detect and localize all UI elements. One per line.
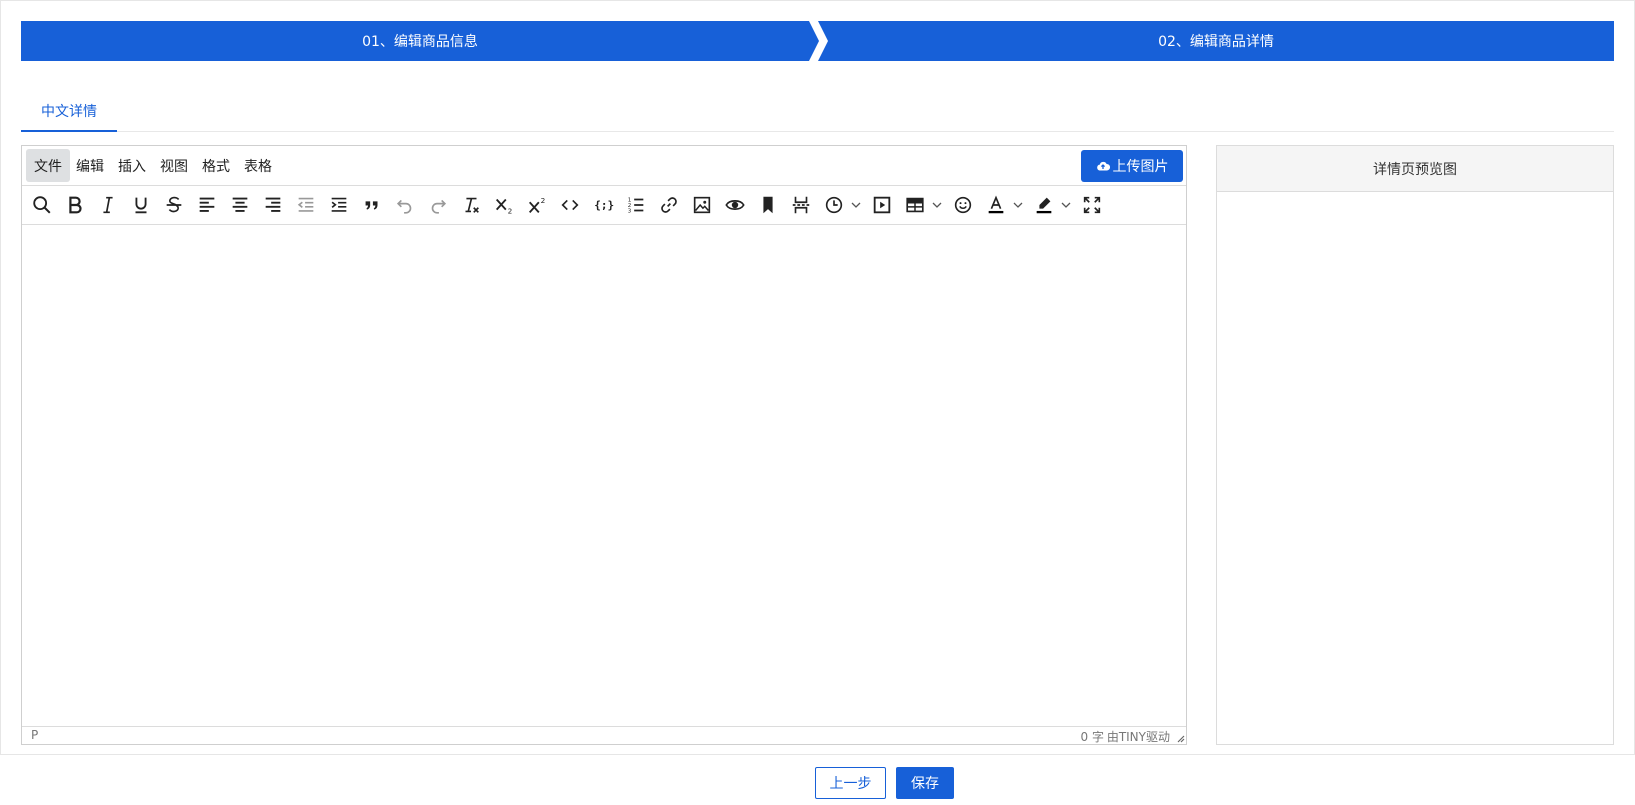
- svg-text:2: 2: [508, 206, 513, 215]
- search-icon[interactable]: [27, 190, 57, 220]
- media-icon[interactable]: [867, 190, 897, 220]
- cloud-upload-icon: [1096, 161, 1110, 171]
- chevron-down-icon[interactable]: [1011, 190, 1025, 220]
- svg-text:2: 2: [541, 196, 546, 205]
- step-edit-detail[interactable]: 02、编辑商品详情: [818, 21, 1614, 61]
- tab-bar: 中文详情: [21, 92, 1614, 132]
- highlight-icon[interactable]: [1029, 190, 1059, 220]
- redo-icon[interactable]: [423, 190, 453, 220]
- chevron-down-icon[interactable]: [930, 190, 944, 220]
- upload-image-button[interactable]: 上传图片: [1081, 150, 1183, 182]
- code-icon[interactable]: [555, 190, 585, 220]
- superscript-icon[interactable]: 2: [522, 190, 552, 220]
- menu-file[interactable]: 文件: [26, 149, 70, 182]
- page-break-icon[interactable]: [786, 190, 816, 220]
- editor-toolbar: 2 2 {;} 123: [22, 186, 1186, 225]
- powered-by-label[interactable]: 由TINY驱动: [1107, 728, 1170, 745]
- menu-edit[interactable]: 编辑: [68, 149, 112, 182]
- chevron-down-icon[interactable]: [849, 190, 863, 220]
- tab-chinese-detail[interactable]: 中文详情: [21, 92, 117, 132]
- undo-icon[interactable]: [390, 190, 420, 220]
- save-button[interactable]: 保存: [896, 767, 954, 799]
- preview-icon[interactable]: [720, 190, 750, 220]
- chevron-down-icon[interactable]: [1059, 190, 1073, 220]
- emoji-icon[interactable]: [948, 190, 978, 220]
- indent-icon[interactable]: [324, 190, 354, 220]
- menu-view[interactable]: 视图: [152, 149, 196, 182]
- editor-menubar: 文件 编辑 插入 视图 格式 表格 上传图片: [22, 146, 1186, 186]
- preview-title: 详情页预览图: [1217, 146, 1613, 192]
- step-label: 01、编辑商品信息: [362, 34, 478, 50]
- svg-text:{;}: {;}: [594, 199, 614, 212]
- outdent-icon[interactable]: [291, 190, 321, 220]
- editor-content-area[interactable]: [22, 225, 1186, 728]
- detail-preview-panel: 详情页预览图: [1216, 145, 1614, 745]
- numbered-list-icon[interactable]: 123: [621, 190, 651, 220]
- subscript-icon[interactable]: 2: [489, 190, 519, 220]
- blockquote-icon[interactable]: [357, 190, 387, 220]
- svg-text:3: 3: [628, 208, 632, 214]
- resize-handle-icon[interactable]: [1175, 733, 1185, 743]
- image-icon[interactable]: [687, 190, 717, 220]
- steps-bar: 01、编辑商品信息 02、编辑商品详情: [21, 21, 1614, 61]
- link-icon[interactable]: [654, 190, 684, 220]
- upload-label: 上传图片: [1112, 159, 1169, 175]
- menu-format[interactable]: 格式: [194, 149, 238, 182]
- bookmark-icon[interactable]: [753, 190, 783, 220]
- italic-icon[interactable]: [93, 190, 123, 220]
- step-edit-info[interactable]: 01、编辑商品信息: [21, 21, 819, 61]
- align-center-icon[interactable]: [225, 190, 255, 220]
- align-left-icon[interactable]: [192, 190, 222, 220]
- table-icon[interactable]: [900, 190, 930, 220]
- strikethrough-icon[interactable]: [159, 190, 189, 220]
- menu-table[interactable]: 表格: [236, 149, 280, 182]
- underline-icon[interactable]: [126, 190, 156, 220]
- menu-insert[interactable]: 插入: [110, 149, 154, 182]
- align-right-icon[interactable]: [258, 190, 288, 220]
- text-color-icon[interactable]: [981, 190, 1011, 220]
- element-path[interactable]: P: [31, 728, 38, 742]
- previous-step-button[interactable]: 上一步: [815, 767, 886, 799]
- step-label: 02、编辑商品详情: [1158, 34, 1274, 50]
- rich-text-editor: 文件 编辑 插入 视图 格式 表格 上传图片 2 2 {;} 123 P 0 字…: [21, 145, 1187, 745]
- bold-icon[interactable]: [60, 190, 90, 220]
- remove-format-icon[interactable]: [456, 190, 486, 220]
- word-count: 0 字: [1080, 730, 1104, 744]
- time-icon[interactable]: [819, 190, 849, 220]
- editor-statusbar: P 0 字 由TINY驱动: [22, 726, 1186, 744]
- codesample-icon[interactable]: {;}: [588, 190, 618, 220]
- fullscreen-icon[interactable]: [1077, 190, 1107, 220]
